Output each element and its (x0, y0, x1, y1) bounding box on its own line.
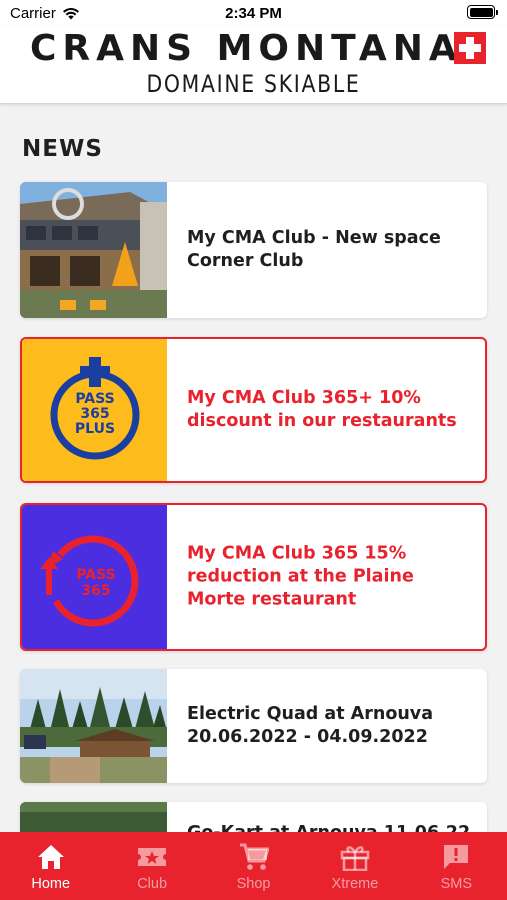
logo-text: 365 (81, 583, 110, 599)
news-card[interactable]: Go-Kart at Arnouva 11.06.22 (20, 802, 487, 832)
news-card[interactable]: PASS 365 My CMA Club 365 15% reduction a… (20, 503, 487, 651)
tab-label: Club (137, 876, 168, 892)
news-title: Go-Kart at Arnouva 11.06.22 (187, 822, 473, 832)
news-card[interactable]: My CMA Club - New space Corner Club (20, 182, 487, 318)
news-card[interactable]: PASS 365 PLUS My CMA Club 365+ 10% disco… (20, 337, 487, 483)
building-photo (20, 182, 167, 318)
news-feed[interactable]: NEWS My CMA Club - New space Corner Club… (0, 104, 507, 832)
tab-label: SMS (440, 876, 473, 892)
tab-club[interactable]: Club (101, 832, 202, 900)
pass-365-plus-logo: PASS 365 PLUS (22, 339, 167, 481)
news-title: Electric Quad at Arnouva 20.06.2022 - 04… (187, 704, 434, 747)
status-time: 2:34 PM (225, 5, 282, 22)
logo-text: PLUS (75, 421, 115, 437)
news-title: My CMA Club 365+ 10% discount in our res… (187, 388, 457, 431)
news-card[interactable]: Electric Quad at Arnouva 20.06.2022 - 04… (20, 669, 487, 783)
news-title: My CMA Club 365 15% reduction at the Pla… (187, 543, 414, 610)
forest-chalet-photo (20, 669, 167, 783)
forest-photo (20, 802, 167, 832)
tab-label: Xtreme (331, 876, 379, 892)
tab-label: Home (31, 876, 71, 892)
news-title: My CMA Club - New space Corner Club (187, 228, 441, 271)
logo-text: PASS (75, 391, 114, 407)
status-bar: Carrier 2:34 PM (0, 0, 507, 26)
message-alert-icon (440, 842, 472, 872)
app-header: CRANS MONTANA DOMAINE SKIABLE (0, 26, 507, 104)
logo-text: 365 (80, 406, 109, 422)
tab-label: Shop (236, 876, 271, 892)
brand-subtitle: DOMAINE SKIABLE (146, 70, 361, 98)
swiss-flag-icon (454, 32, 486, 64)
tab-shop[interactable]: Shop (203, 832, 304, 900)
section-title: NEWS (22, 136, 103, 162)
tab-home[interactable]: Home (0, 832, 101, 900)
battery-level (469, 7, 493, 17)
cart-icon (238, 842, 270, 872)
logo-text: PASS (76, 567, 115, 583)
status-right (467, 5, 498, 19)
tab-xtreme[interactable]: Xtreme (304, 832, 405, 900)
gift-icon (339, 842, 371, 872)
brand-title: CRANS MONTANA (30, 28, 463, 69)
ticket-star-icon (136, 842, 168, 872)
pass-365-logo: PASS 365 (22, 505, 167, 649)
tab-bar: Home Club Shop Xtreme SMS (0, 832, 507, 900)
tab-sms[interactable]: SMS (406, 832, 507, 900)
home-icon (35, 842, 67, 872)
battery-icon (467, 5, 498, 19)
